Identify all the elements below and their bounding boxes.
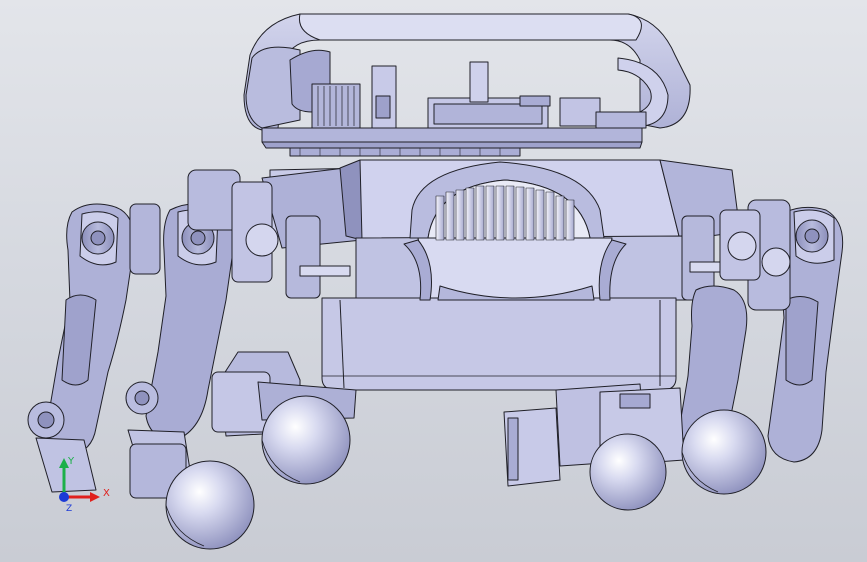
rear-left-wheel — [165, 460, 255, 550]
front-right-leg — [747, 199, 844, 463]
main-body — [261, 159, 741, 391]
triad-z-label: Z — [66, 504, 72, 514]
front-right-wheel — [589, 433, 667, 511]
triad-y-label: Y — [67, 456, 75, 467]
rear-right-wheel — [681, 409, 767, 495]
front-left-wheel — [261, 395, 351, 485]
triad-x-label: X — [103, 488, 110, 499]
cad-viewport[interactable]: Y X Z — [0, 0, 867, 562]
robot-model: Y X Z — [27, 13, 844, 550]
